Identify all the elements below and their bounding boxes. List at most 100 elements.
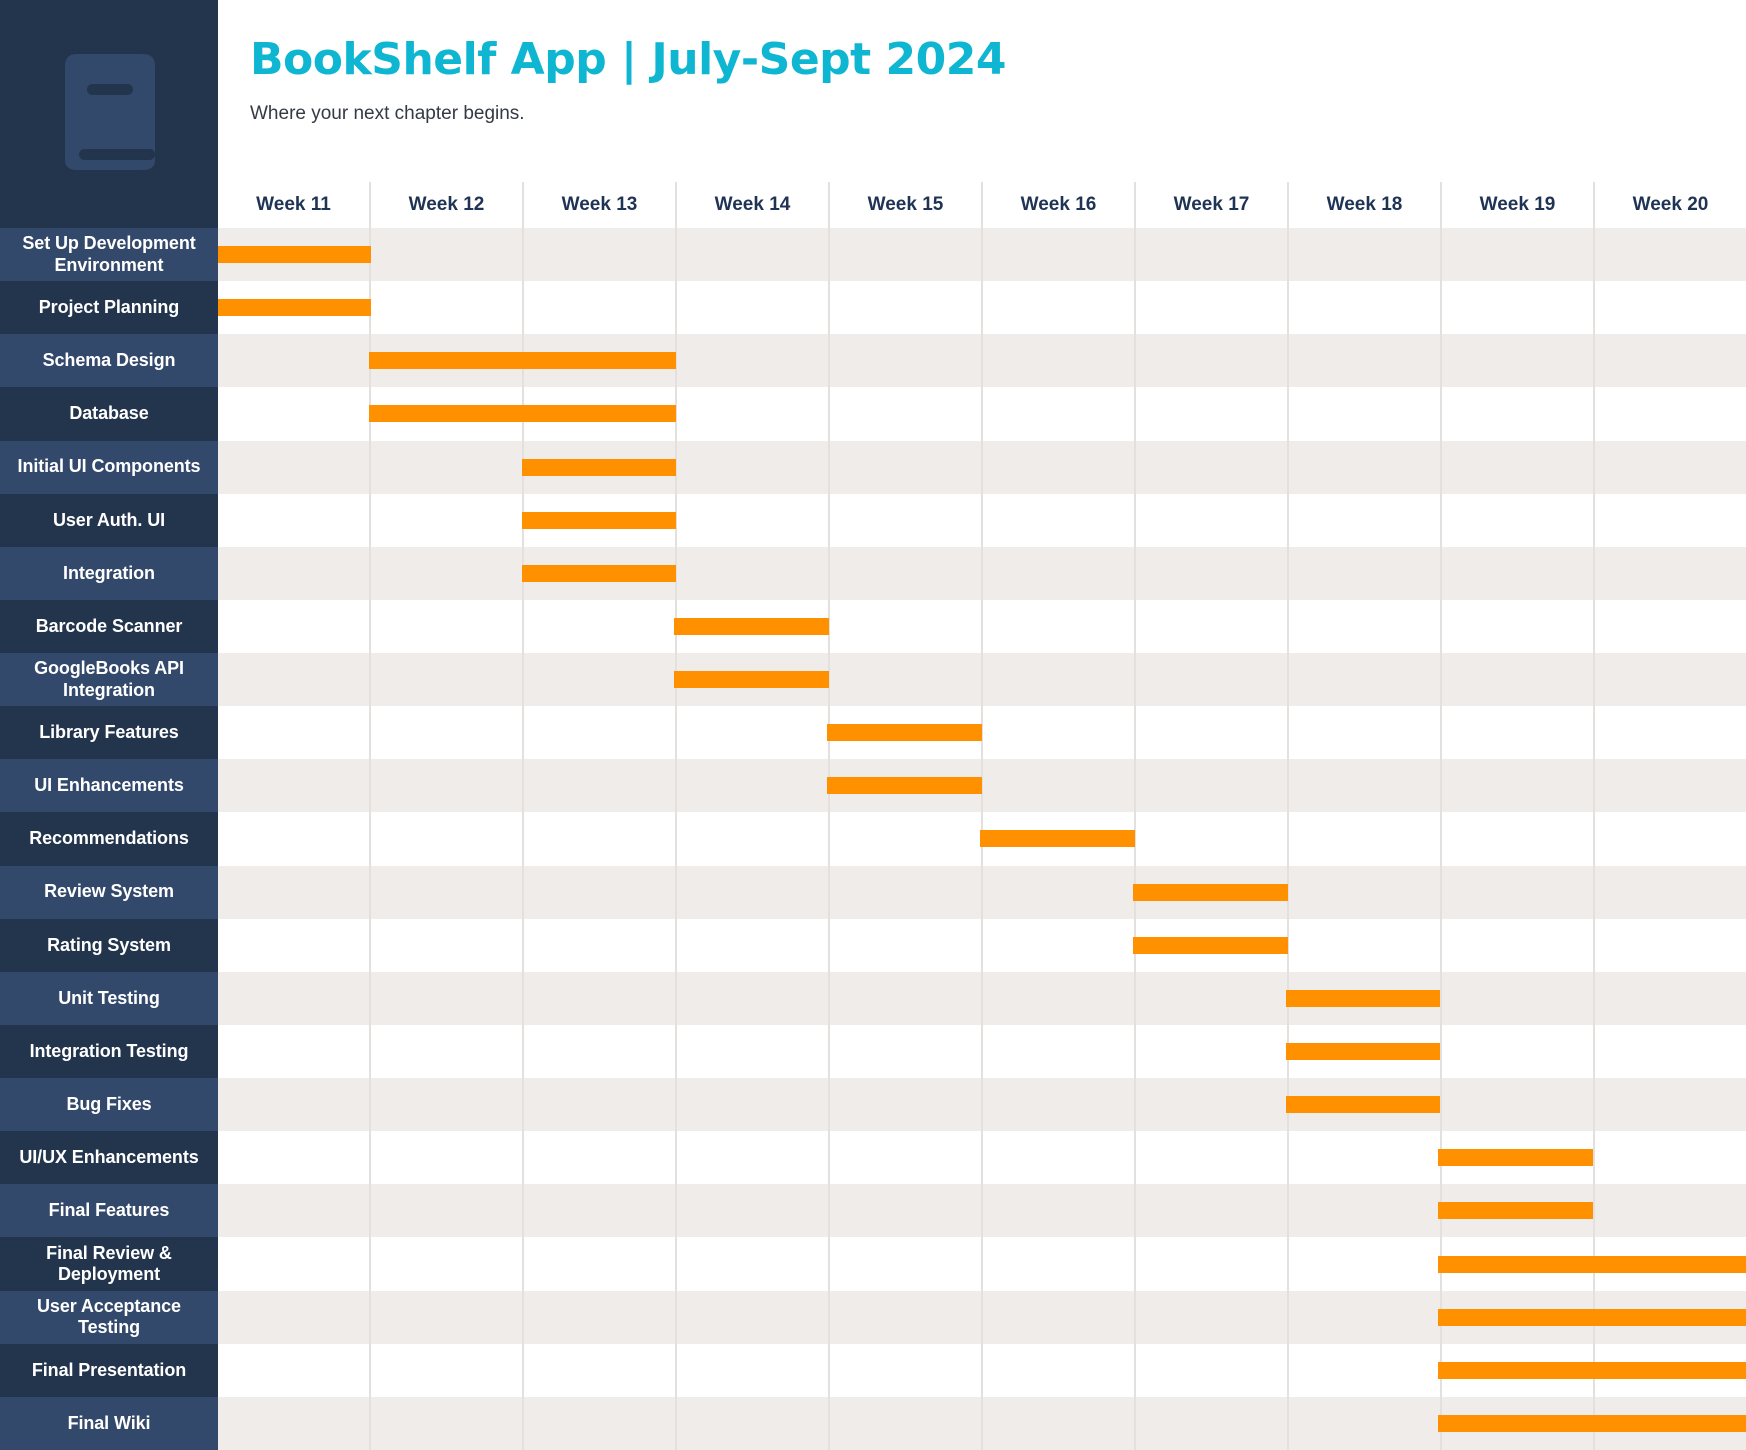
task-bar-row xyxy=(218,1025,1746,1078)
task-bar-row xyxy=(218,972,1746,1025)
sidebar-item-database[interactable]: Database xyxy=(0,387,218,441)
task-bar-row xyxy=(218,281,1746,334)
sidebar-item-label: User Acceptance Testing xyxy=(37,1295,181,1338)
task-bar-row xyxy=(218,1397,1746,1450)
sidebar-item-set-up-development-environment[interactable]: Set Up Development Environment xyxy=(0,228,218,282)
sidebar-item-label: Final Review & Deployment xyxy=(46,1242,172,1284)
sidebar-item-label: Database xyxy=(69,403,149,424)
sidebar-item-unit-testing[interactable]: Unit Testing xyxy=(0,971,218,1025)
task-bar-database[interactable] xyxy=(368,405,677,423)
task-bar-project-planning[interactable] xyxy=(218,299,371,317)
sidebar-item-bug-fixes[interactable]: Bug Fixes xyxy=(0,1078,218,1132)
sidebar-item-label: User Auth. UI xyxy=(52,509,166,530)
sidebar-item-label: Final Presentation xyxy=(31,1359,187,1380)
sidebar-item-review-system[interactable]: Review System xyxy=(0,865,218,919)
chart-main: BookShelf App | July-Sept 2024 Where you… xyxy=(218,0,1746,1450)
sidebar-item-final-presentation[interactable]: Final Presentation xyxy=(0,1343,218,1397)
sidebar-item-ui-enhancements[interactable]: UI Enhancements xyxy=(0,759,218,813)
sidebar-item-integration-testing[interactable]: Integration Testing xyxy=(0,1024,218,1078)
week-header-13: Week 13 xyxy=(522,182,675,228)
sidebar-item-integration[interactable]: Integration xyxy=(0,546,218,600)
task-bar-row xyxy=(218,866,1746,919)
task-bar-row xyxy=(218,334,1746,387)
sidebar-item-label: UI/UX Enhancements xyxy=(19,1147,199,1168)
task-bar-row xyxy=(218,706,1746,759)
task-bar-row xyxy=(218,1131,1746,1184)
task-bar-row xyxy=(218,1237,1746,1290)
task-bar-review-system[interactable] xyxy=(1132,883,1288,901)
task-bar-row xyxy=(218,547,1746,600)
sidebar-item-label: Final Wiki xyxy=(67,1412,151,1433)
task-bar-row xyxy=(218,600,1746,653)
week-header-12: Week 12 xyxy=(369,182,522,228)
logo-area xyxy=(0,0,218,228)
task-bar-unit-testing[interactable] xyxy=(1285,989,1441,1007)
week-header-18: Week 18 xyxy=(1287,182,1440,228)
sidebar-task-list: Set Up Development Environment Project Pl… xyxy=(0,228,218,1450)
task-bar-row xyxy=(218,494,1746,547)
week-header-14: Week 14 xyxy=(675,182,828,228)
sidebar-item-project-planning[interactable]: Project Planning xyxy=(0,281,218,335)
sidebar-item-final-features[interactable]: Final Features xyxy=(0,1184,218,1238)
task-bar-integration-testing[interactable] xyxy=(1285,1043,1441,1061)
week-header-16: Week 16 xyxy=(981,182,1134,228)
task-bar-library-features[interactable] xyxy=(827,724,982,742)
task-bar-row xyxy=(218,1291,1746,1344)
sidebar-item-initial-ui-components[interactable]: Initial UI Components xyxy=(0,440,218,494)
sidebar-item-ui-ux-enhancements[interactable]: UI/UX Enhancements xyxy=(0,1131,218,1185)
sidebar-item-label: Recommendations xyxy=(29,828,189,849)
sidebar-item-label: Initial UI Components xyxy=(17,456,201,477)
task-bar-googlebooks-api-integration[interactable] xyxy=(674,671,830,689)
sidebar-item-schema-design[interactable]: Schema Design xyxy=(0,334,218,388)
sidebar-item-label: Set Up Development Environment xyxy=(22,233,196,275)
task-bar-row xyxy=(218,1078,1746,1131)
task-bar-final-presentation[interactable] xyxy=(1438,1361,1746,1379)
sidebar-item-barcode-scanner[interactable]: Barcode Scanner xyxy=(0,599,218,653)
week-header-row: Week 11 Week 12 Week 13 Week 14 Week 15 Week … xyxy=(218,182,1746,228)
sidebar-item-label: Integration xyxy=(63,562,155,583)
task-bar-user-acceptance-testing[interactable] xyxy=(1438,1308,1746,1326)
task-bar-set-up-development-environment[interactable] xyxy=(218,246,371,264)
task-bar-ui-ux-enhancements[interactable] xyxy=(1438,1149,1594,1167)
gantt-grid xyxy=(218,228,1746,1450)
sidebar-item-label: GoogleBooks API Integration xyxy=(34,658,184,700)
sidebar-item-user-auth-ui[interactable]: User Auth. UI xyxy=(0,493,218,547)
task-bar-row xyxy=(218,1344,1746,1397)
sidebar-item-label: Rating System xyxy=(47,934,171,955)
sidebar-item-googlebooks-api-integration[interactable]: GoogleBooks API Integration xyxy=(0,653,218,707)
task-bar-initial-ui-components[interactable] xyxy=(521,458,677,476)
book-icon xyxy=(57,52,161,176)
sidebar-item-label: Integration Testing xyxy=(29,1040,189,1061)
sidebar-item-label: Bug Fixes xyxy=(66,1093,152,1114)
week-header-11: Week 11 xyxy=(256,194,331,215)
task-bar-final-review-deployment[interactable] xyxy=(1438,1255,1746,1273)
page-subtitle: Where your next chapter begins. xyxy=(250,103,525,124)
week-header-15: Week 15 xyxy=(828,182,981,228)
sidebar-item-recommendations[interactable]: Recommendations xyxy=(0,812,218,866)
task-bar-bug-fixes[interactable] xyxy=(1285,1096,1441,1114)
task-bar-schema-design[interactable] xyxy=(368,352,677,370)
task-bar-ui-enhancements[interactable] xyxy=(827,777,982,795)
sidebar-item-rating-system[interactable]: Rating System xyxy=(0,918,218,972)
task-bar-row xyxy=(218,759,1746,812)
sidebar-item-user-acceptance-testing[interactable]: User Acceptance Testing xyxy=(0,1290,218,1344)
week-header-17: Week 17 xyxy=(1134,182,1287,228)
sidebar-item-final-review-deployment[interactable]: Final Review & Deployment xyxy=(0,1237,218,1291)
task-bar-recommendations[interactable] xyxy=(980,830,1135,848)
page-title: BookShelf App | July-Sept 2024 xyxy=(250,34,1006,85)
task-bar-row xyxy=(218,653,1746,706)
task-bar-row xyxy=(218,387,1746,440)
task-bar-barcode-scanner[interactable] xyxy=(674,617,830,635)
task-bar-rating-system[interactable] xyxy=(1132,936,1288,954)
sidebar-item-label: Unit Testing xyxy=(58,987,160,1008)
task-bar-final-wiki[interactable] xyxy=(1438,1414,1746,1432)
sidebar-item-final-wiki[interactable]: Final Wiki xyxy=(0,1396,218,1450)
sidebar-item-label: Schema Design xyxy=(42,350,176,371)
sidebar-item-library-features[interactable]: Library Features xyxy=(0,706,218,760)
task-bar-row xyxy=(218,919,1746,972)
task-bar-user-auth-ui[interactable] xyxy=(521,511,677,529)
task-bar-integration[interactable] xyxy=(521,564,677,582)
task-bar-final-features[interactable] xyxy=(1438,1202,1594,1220)
task-bar-row xyxy=(218,1184,1746,1237)
chart-header: BookShelf App | July-Sept 2024 Where you… xyxy=(218,0,1746,182)
